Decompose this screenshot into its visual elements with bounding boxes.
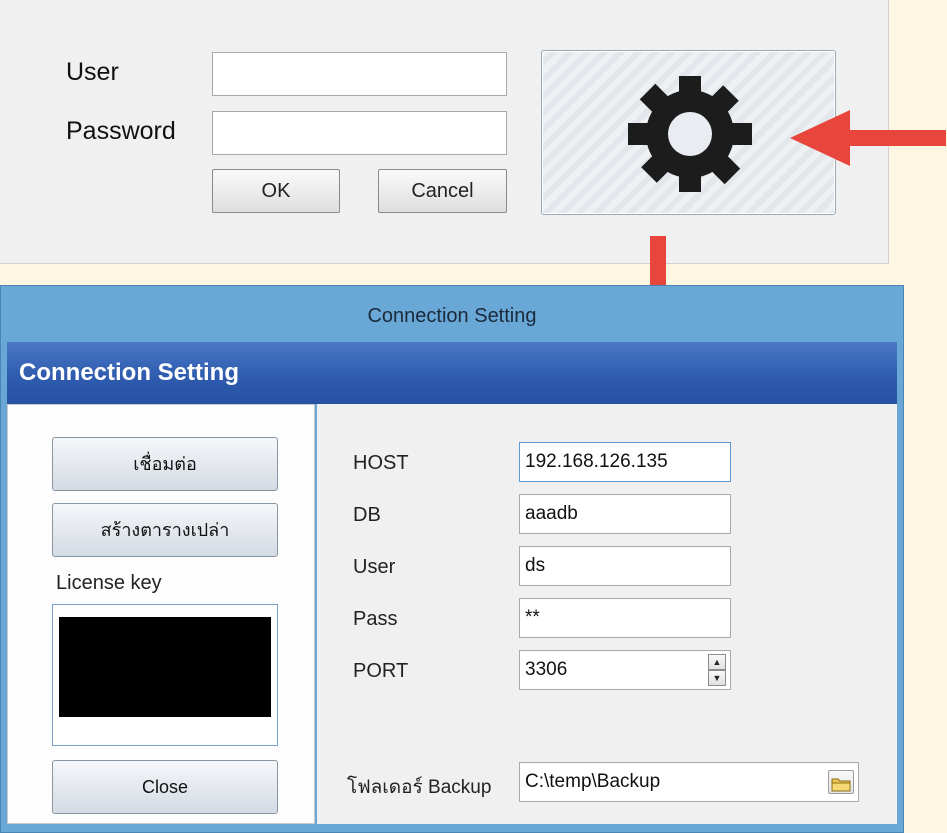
- user-label: User: [66, 58, 119, 86]
- connection-header: Connection Setting: [7, 342, 897, 404]
- cancel-button[interactable]: Cancel: [378, 169, 507, 213]
- redacted-block: [59, 617, 271, 717]
- backup-folder-value: C:\temp\Backup: [525, 771, 661, 792]
- db-input[interactable]: aaadb: [519, 494, 731, 534]
- ok-button[interactable]: OK: [212, 169, 340, 213]
- password-input[interactable]: [212, 111, 507, 155]
- create-table-button[interactable]: สร้างตารางเปล่า: [52, 503, 278, 557]
- folder-icon: [831, 778, 851, 792]
- password-label: Password: [66, 117, 176, 145]
- port-value: 3306: [525, 659, 568, 680]
- host-label: HOST: [353, 452, 409, 474]
- close-button[interactable]: Close: [52, 760, 278, 814]
- pass-label: Pass: [353, 608, 398, 630]
- pass-input[interactable]: **: [519, 598, 731, 638]
- spin-down-icon[interactable]: ▼: [708, 670, 726, 686]
- db-label: DB: [353, 504, 381, 526]
- gear-icon: [628, 76, 752, 192]
- right-panel: HOST 192.168.126.135 DB aaadb User ds Pa…: [317, 404, 897, 824]
- login-panel: User Password OK Cancel: [0, 0, 889, 264]
- user-input[interactable]: [212, 52, 507, 96]
- arrow-left-icon: [790, 110, 946, 166]
- license-key-input[interactable]: [52, 604, 278, 746]
- port-stepper[interactable]: 3306 ▲ ▼: [519, 650, 731, 690]
- folder-browse-button[interactable]: [828, 770, 854, 794]
- port-spinner[interactable]: ▲ ▼: [708, 654, 726, 686]
- backup-folder-label: โฟลเดอร์ Backup: [347, 777, 492, 798]
- port-label: PORT: [353, 660, 409, 682]
- db-user-input[interactable]: ds: [519, 546, 731, 586]
- user-field-label: User: [353, 556, 396, 578]
- window-title: Connection Setting: [367, 305, 537, 327]
- spin-up-icon[interactable]: ▲: [708, 654, 726, 670]
- backup-folder-input[interactable]: C:\temp\Backup: [519, 762, 859, 802]
- license-key-label: License key: [56, 572, 162, 594]
- left-panel: เชื่อมต่อ สร้างตารางเปล่า License key Cl…: [7, 404, 315, 824]
- connect-button[interactable]: เชื่อมต่อ: [52, 437, 278, 491]
- connection-window: Connection Setting Connection Setting เช…: [0, 285, 904, 833]
- host-input[interactable]: 192.168.126.135: [519, 442, 731, 482]
